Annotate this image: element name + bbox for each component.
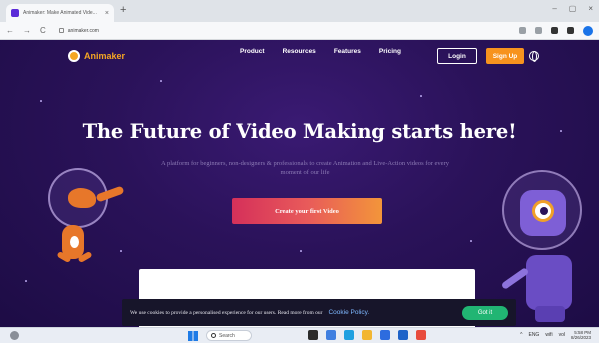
animaker-logo[interactable]: Animaker — [68, 50, 125, 62]
animaker-landing-page: Animaker Product Resources Features Pric… — [0, 40, 599, 327]
signup-button[interactable]: Sign Up — [486, 48, 524, 64]
edge-icon[interactable] — [344, 330, 354, 340]
profile-avatar[interactable] — [583, 25, 593, 36]
dog-head-illustration — [68, 188, 96, 208]
browser-address-bar: ← → C animaker.com — [0, 22, 599, 40]
main-nav: Product Resources Features Pricing — [240, 48, 401, 55]
reload-button[interactable]: C — [40, 26, 46, 35]
robot-pupil-illustration — [540, 207, 548, 215]
taskbar-search[interactable]: Search — [206, 330, 252, 341]
minimize-button[interactable]: – — [552, 4, 556, 13]
star-decoration — [25, 280, 27, 282]
create-first-video-button[interactable]: Create your first Video — [232, 198, 382, 224]
url-text: animaker.com — [67, 27, 99, 34]
animaker-favicon-icon — [11, 9, 19, 17]
windows-taskbar: Search ^ ENG wifi vol 5:58 PM 8/26/2023 — [0, 327, 599, 343]
star-icon[interactable] — [535, 27, 542, 34]
cookie-accept-button[interactable]: Got it — [462, 305, 508, 320]
language-indicator[interactable]: ENG — [528, 332, 539, 338]
store-icon[interactable] — [380, 330, 390, 340]
nav-pricing[interactable]: Pricing — [379, 48, 401, 55]
tray-overflow-icon[interactable]: ^ — [520, 332, 522, 338]
windows-start-icon[interactable] — [188, 331, 198, 341]
star-decoration — [120, 250, 122, 252]
wifi-icon[interactable]: wifi — [545, 332, 552, 338]
window-controls: – ▢ × — [552, 4, 593, 13]
star-decoration — [40, 100, 42, 102]
lock-icon — [58, 28, 64, 33]
volume-icon[interactable]: vol — [559, 332, 565, 338]
share-icon[interactable] — [519, 27, 526, 34]
chrome-icon[interactable] — [416, 330, 426, 340]
new-tab-button[interactable]: + — [120, 5, 126, 16]
robot-body-illustration — [526, 255, 572, 310]
star-decoration — [420, 95, 422, 97]
cookie-policy-link[interactable]: Cookie Policy. — [328, 309, 369, 316]
search-icon — [211, 333, 216, 338]
forward-button[interactable]: → — [23, 26, 31, 35]
star-decoration — [160, 80, 162, 82]
clock-date: 8/26/2023 — [570, 335, 591, 340]
extensions-icon[interactable] — [551, 27, 558, 34]
hero-headline: The Future of Video Making starts here! — [82, 120, 517, 143]
logo-text: Animaker — [84, 51, 126, 61]
nav-product[interactable]: Product — [240, 48, 265, 55]
chat-icon[interactable] — [326, 330, 336, 340]
nav-features[interactable]: Features — [334, 48, 361, 55]
system-tray: ^ ENG wifi vol 5:58 PM 8/26/2023 — [520, 330, 591, 340]
file-explorer-icon[interactable] — [362, 330, 372, 340]
robot-legs-illustration — [535, 306, 565, 322]
extension-icons — [519, 25, 593, 36]
nav-resources[interactable]: Resources — [283, 48, 316, 55]
task-view-icon[interactable] — [308, 330, 318, 340]
browser-tab-bar: Animaker: Make Animated Vide... × + – ▢ … — [0, 0, 599, 22]
sidebar-icon[interactable] — [567, 27, 574, 34]
taskbar-apps — [308, 330, 426, 340]
dog-spot-illustration — [70, 236, 79, 248]
login-button[interactable]: Login — [437, 48, 477, 64]
clock[interactable]: 5:58 PM 8/26/2023 — [571, 330, 591, 340]
tab-title: Animaker: Make Animated Vide... — [23, 10, 97, 16]
hero-subtitle: A platform for beginners, non-designers … — [161, 160, 449, 176]
animaker-logo-icon — [68, 50, 80, 62]
cookie-text: We use cookies to provide a personalised… — [130, 309, 323, 316]
weather-icon[interactable] — [10, 331, 19, 340]
maximize-button[interactable]: ▢ — [569, 4, 577, 13]
browser-tab[interactable]: Animaker: Make Animated Vide... × — [6, 4, 114, 22]
close-window-button[interactable]: × — [588, 4, 593, 13]
star-decoration — [470, 240, 472, 242]
tab-close-icon[interactable]: × — [105, 10, 109, 17]
cookie-banner: We use cookies to provide a personalised… — [122, 299, 516, 326]
globe-icon[interactable] — [529, 51, 539, 62]
url-field[interactable]: animaker.com — [58, 25, 99, 37]
star-decoration — [300, 250, 302, 252]
mail-icon[interactable] — [398, 330, 408, 340]
back-button[interactable]: ← — [6, 26, 14, 35]
search-label: Search — [219, 332, 235, 339]
